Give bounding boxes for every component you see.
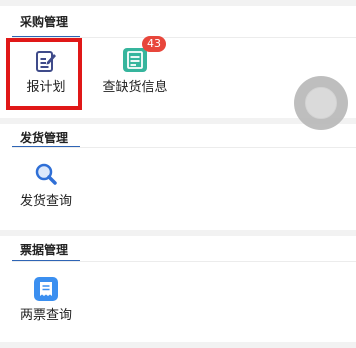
receipt-icon — [33, 276, 59, 306]
tile-label: 查缺货信息 — [102, 80, 168, 95]
section-title: 采购管理 — [20, 15, 69, 29]
floating-assistive-button[interactable] — [294, 76, 348, 130]
section-divider — [12, 261, 356, 262]
tile-shipping-query[interactable]: 发货查询 — [6, 154, 86, 224]
tile-stockout-info[interactable]: 43 查缺货信息 — [94, 36, 176, 110]
selection-highlight — [6, 38, 82, 110]
section-shipping: 发货管理 发货查询 — [0, 124, 356, 230]
section-divider — [12, 147, 356, 148]
tile-two-invoice-query[interactable]: 两票查询 — [6, 268, 86, 338]
section-invoice: 票据管理 两票查询 — [0, 236, 356, 342]
tile-label: 发货查询 — [19, 194, 72, 209]
search-icon — [34, 162, 58, 190]
notification-badge: 43 — [142, 36, 166, 52]
section-title: 票据管理 — [20, 243, 69, 257]
stockout-list-icon — [122, 47, 148, 77]
section-title: 发货管理 — [20, 131, 69, 145]
floating-button-core — [305, 87, 337, 119]
app-menu-page: 采购管理 报计划 43 查缺货信息 发货管理 发货查询 票据管理 两票查询 — [0, 0, 356, 348]
tile-label: 两票查询 — [19, 308, 72, 323]
